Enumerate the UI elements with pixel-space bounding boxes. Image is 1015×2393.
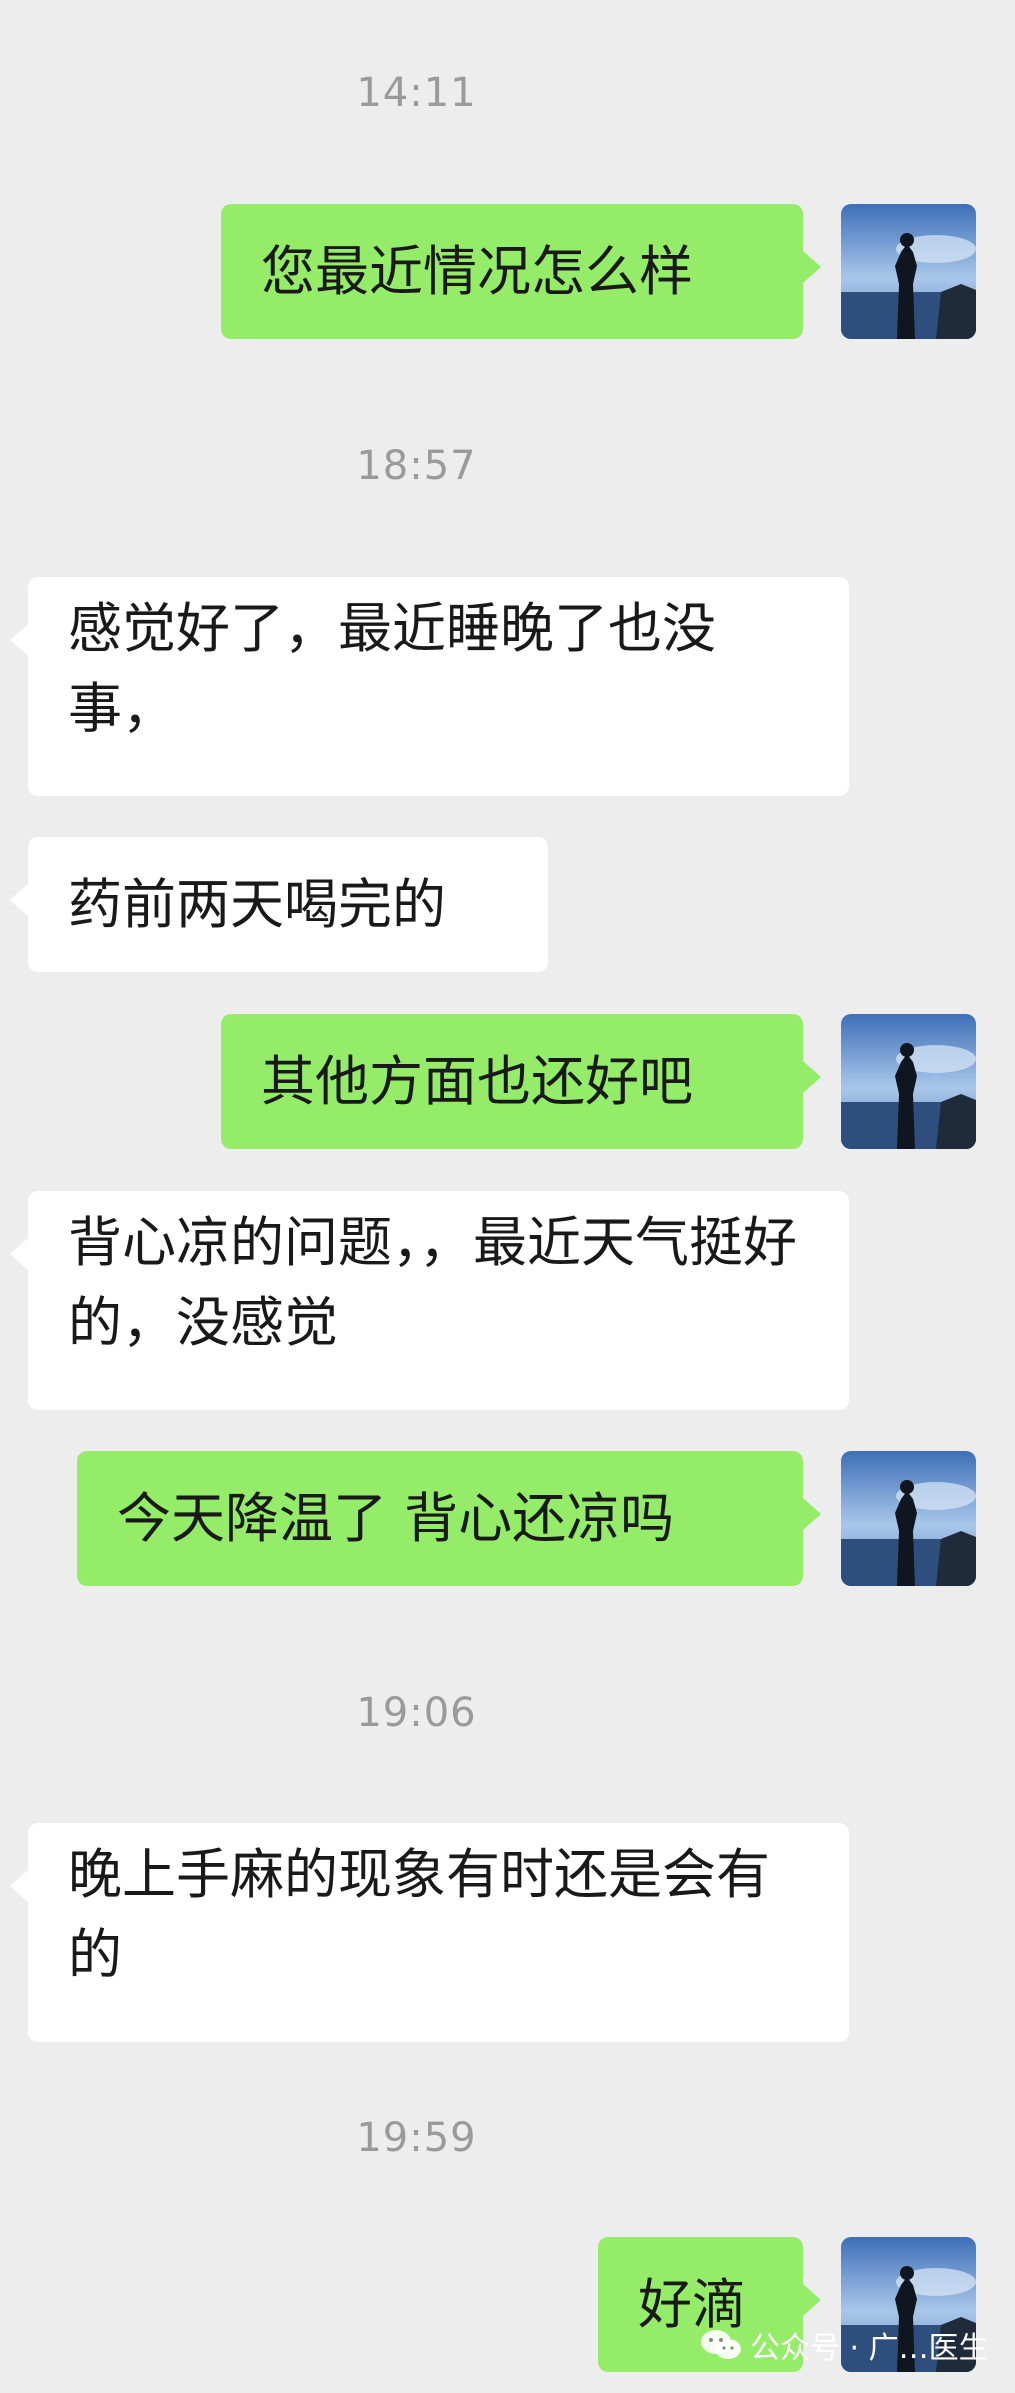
message-text: 您最近情况怎么样 [261,239,693,303]
seaside-silhouette-avatar-icon [841,204,976,339]
avatar[interactable] [841,1014,976,1149]
received-message-bubble[interactable]: 背心凉的问题，，最近天气挺好的，没感觉 [10,1191,849,1410]
sent-message-bubble[interactable]: 您最近情况怎么样 [221,204,821,339]
sent-message-bubble[interactable]: 今天降温了 背心还凉吗 [77,1451,821,1586]
seaside-silhouette-avatar-icon [841,1451,976,1586]
message-text: 背心凉的问题，，最近天气挺好的，没感觉 [68,1211,797,1354]
wechat-icon [701,2330,741,2359]
received-message-bubble[interactable]: 感觉好了，最近睡晚了也没事， [10,577,849,796]
message-text: 晚上手麻的现象有时还是会有的 [68,1843,770,1986]
avatar[interactable] [841,1451,976,1586]
timestamp: 18:57 [356,443,477,489]
timestamp: 19:06 [356,1690,477,1736]
message-text: 药前两天喝完的 [68,872,446,936]
received-message-bubble[interactable]: 药前两天喝完的 [10,837,548,972]
watermark-text: 公众号 · 广…医生 [750,2331,989,2366]
message-text: 其他方面也还好吧 [261,1049,693,1113]
message-text: 今天降温了 背心还凉吗 [117,1486,675,1550]
seaside-silhouette-avatar-icon [841,1014,976,1149]
watermark: 公众号 · 广…医生 [700,2320,1000,2370]
message-text: 感觉好了，最近睡晚了也没事， [68,597,716,740]
received-message-bubble[interactable]: 晚上手麻的现象有时还是会有的 [10,1823,849,2042]
avatar[interactable] [841,204,976,339]
timestamp: 19:59 [356,2115,477,2161]
timestamp: 14:11 [356,70,477,116]
sent-message-bubble[interactable]: 其他方面也还好吧 [221,1014,821,1149]
